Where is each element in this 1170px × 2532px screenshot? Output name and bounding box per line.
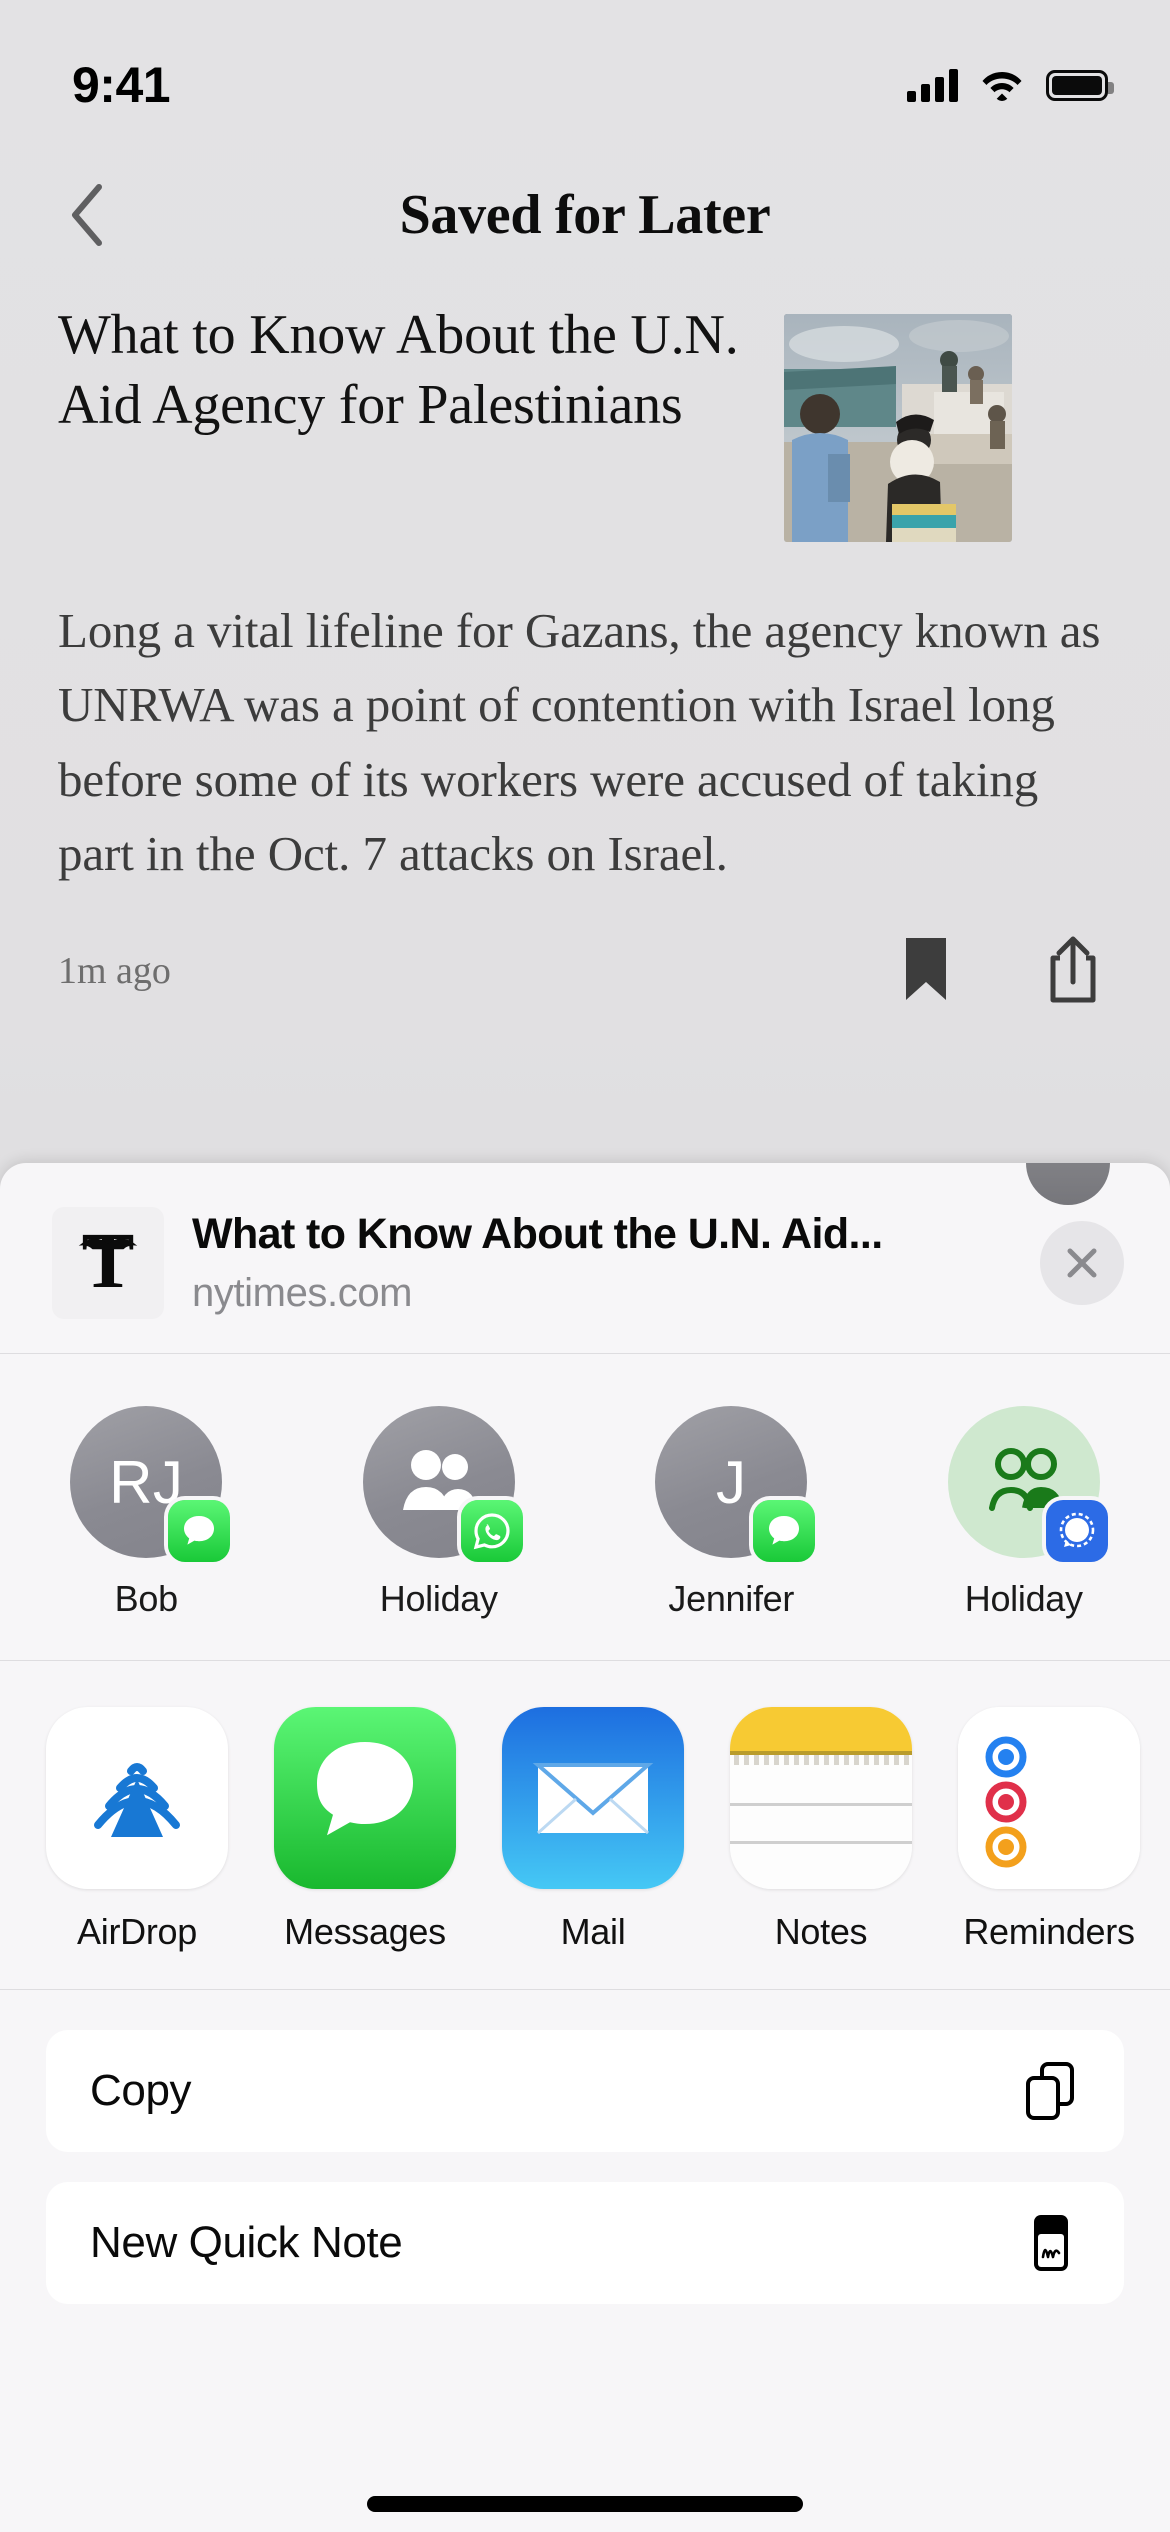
contact-item[interactable]: Holiday (293, 1406, 586, 1620)
messages-icon (274, 1707, 456, 1889)
share-sheet-title: What to Know About the U.N. Aid... (192, 1210, 883, 1258)
iphone-screen: 9:41 Saved for Later What to Know About … (0, 0, 1170, 2532)
article-top: What to Know About the U.N. Aid Agency f… (58, 300, 1112, 542)
nytimes-logo-icon: T (52, 1207, 164, 1319)
action-label: New Quick Note (90, 2218, 403, 2267)
app-label: Reminders (963, 1911, 1135, 1952)
battery-full-icon (1046, 69, 1114, 101)
bookmark-filled-icon (906, 937, 946, 1000)
article-action-buttons (902, 934, 1112, 1009)
status-bar-time: 9:41 (72, 57, 171, 113)
share-apps-row: AirDrop Messages Mail Notes Reminders (0, 1661, 1170, 1990)
app-label: Mail (560, 1911, 626, 1952)
article-summary: Long a vital lifeline for Gazans, the ag… (58, 603, 1101, 882)
avatar-initials: J (716, 1448, 747, 1516)
page-title: Saved for Later (399, 184, 771, 246)
notes-icon (730, 1707, 912, 1889)
contact-name: Holiday (379, 1578, 498, 1619)
app-label: AirDrop (77, 1911, 197, 1952)
wifi-icon (982, 72, 1022, 101)
cellular-signal-icon (907, 68, 958, 102)
close-button[interactable] (1040, 1221, 1124, 1305)
home-indicator (367, 2496, 803, 2512)
close-x-icon (1067, 1248, 1097, 1278)
mail-icon (502, 1707, 684, 1889)
share-upload-icon (1050, 936, 1096, 1003)
avatar (362, 1406, 523, 1562)
avatar: RJ (70, 1406, 231, 1562)
contact-item[interactable]: J Jennifer (585, 1406, 878, 1620)
status-bar-indicators (907, 68, 1114, 102)
saved-article-card[interactable]: What to Know About the U.N. Aid Agency f… (0, 300, 1170, 1009)
share-sheet-meta: What to Know About the U.N. Aid... nytim… (192, 1210, 1012, 1316)
whatsapp-badge-icon (460, 1500, 523, 1562)
share-sheet: T What to Know About the U.N. Aid... nyt… (0, 1163, 1170, 2532)
share-sheet-domain: nytimes.com (192, 1271, 413, 1315)
share-actions-list: Copy New Quick Note (0, 1990, 1170, 2304)
share-app-airdrop[interactable]: AirDrop (46, 1707, 228, 1953)
contact-item[interactable]: RJ Bob (0, 1406, 293, 1620)
navigation-bar: Saved for Later (0, 150, 1170, 280)
reminders-icon (958, 1707, 1140, 1889)
quick-note-icon (1018, 2210, 1084, 2276)
share-button[interactable] (1046, 934, 1100, 1009)
contact-item[interactable]: Holiday (878, 1406, 1170, 1620)
share-sheet-header: T What to Know About the U.N. Aid... nyt… (0, 1163, 1170, 1354)
share-app-messages[interactable]: Messages (274, 1707, 456, 1953)
share-app-mail[interactable]: Mail (502, 1707, 684, 1953)
article-thumbnail (784, 314, 1012, 542)
share-app-notes[interactable]: Notes (730, 1707, 912, 1953)
article-footer: 1m ago (58, 934, 1112, 1009)
article-headline: What to Know About the U.N. Aid Agency f… (58, 304, 739, 436)
contact-name: Bob (114, 1578, 178, 1619)
copy-doc-on-doc-icon (1018, 2058, 1084, 2124)
avatar (947, 1406, 1108, 1562)
back-button[interactable] (52, 180, 122, 250)
share-app-reminders[interactable]: Reminders (958, 1707, 1140, 1953)
app-label: Messages (284, 1911, 446, 1952)
contact-name: Jennifer (668, 1578, 795, 1619)
action-copy[interactable]: Copy (46, 2030, 1124, 2152)
svg-text:T: T (82, 1220, 135, 1305)
chevron-left-icon (72, 184, 102, 246)
imessage-badge-icon (168, 1500, 231, 1562)
airdrop-icon (46, 1707, 228, 1889)
article-timestamp: 1m ago (58, 950, 171, 993)
bookmark-button[interactable] (902, 936, 950, 1007)
action-new-quick-note[interactable]: New Quick Note (46, 2182, 1124, 2304)
imessage-badge-icon (753, 1500, 816, 1562)
suggested-contacts-row: RJ Bob Holiday J Jennifer Holiday (0, 1354, 1170, 1661)
app-label: Notes (774, 1911, 868, 1952)
status-bar: 9:41 (0, 0, 1170, 130)
signal-badge-icon (1045, 1500, 1108, 1562)
action-label: Copy (90, 2066, 192, 2115)
avatar: J (655, 1406, 816, 1562)
contact-name: Holiday (964, 1578, 1083, 1619)
